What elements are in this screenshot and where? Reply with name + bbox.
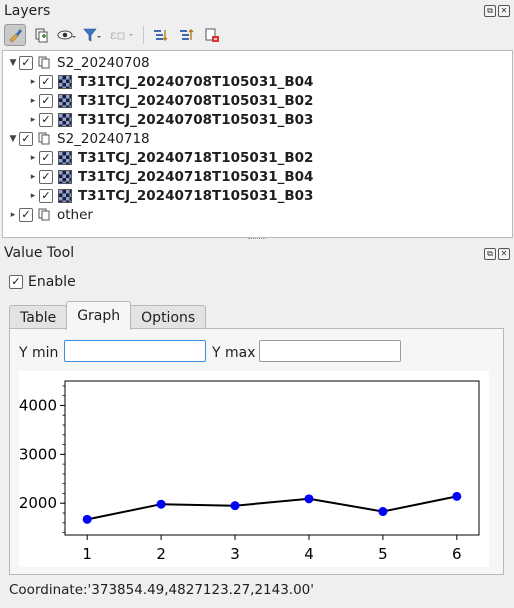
data-point	[82, 514, 92, 524]
layer-checkbox[interactable]: ✓	[39, 112, 53, 127]
layer-row[interactable]: ▸ ✓ T31TCJ_20240718T105031_B02	[27, 148, 314, 167]
ymax-label: Y max	[212, 345, 256, 361]
float-icon[interactable]: ⧉	[484, 248, 496, 260]
x-tick-label: 4	[304, 545, 314, 563]
float-icon[interactable]: ⧉	[484, 5, 496, 17]
layer-tree: ▼ ✓ S2_20240708 ▸ ✓ T31TCJ_20240708T1050…	[2, 50, 513, 238]
layer-checkbox[interactable]: ✓	[39, 169, 53, 184]
enable-label: Enable	[28, 274, 76, 290]
coordinate-readout: Coordinate:'373854.49,4827123.27,2143.00…	[9, 582, 314, 598]
toolbar-separator	[143, 26, 144, 44]
expand-arrow-icon[interactable]: ▸	[27, 77, 39, 87]
layer-label: T31TCJ_20240708T105031_B04	[78, 73, 314, 90]
expand-arrow-icon[interactable]: ▼	[7, 58, 19, 68]
expand-arrow-icon[interactable]: ▸	[27, 96, 39, 106]
x-tick-label: 2	[156, 545, 166, 563]
ymin-input[interactable]	[64, 340, 206, 362]
raster-layer-icon	[58, 188, 72, 203]
layer-group-icon	[38, 208, 50, 221]
x-tick-label: 5	[378, 545, 388, 563]
layers-dock-buttons: ⧉ ✕	[484, 5, 510, 17]
data-point	[304, 494, 314, 504]
layer-checkbox[interactable]: ✓	[39, 93, 53, 108]
enable-checkbox-row[interactable]: ✓ Enable	[9, 274, 76, 290]
layer-label: T31TCJ_20240708T105031_B03	[78, 111, 314, 128]
close-icon[interactable]: ✕	[498, 248, 510, 260]
expand-arrow-icon[interactable]: ▸	[27, 153, 39, 163]
x-tick-label: 1	[82, 545, 92, 563]
visibility-eye-icon[interactable]	[56, 24, 78, 46]
layer-group-row[interactable]: ▼ ✓ S2_20240708	[7, 53, 150, 72]
layer-row[interactable]: ▸ ✓ T31TCJ_20240708T105031_B02	[27, 91, 314, 110]
layer-group-row[interactable]: ▼ ✓ S2_20240718	[7, 129, 150, 148]
raster-layer-icon	[58, 74, 72, 89]
dock-splitter-handle[interactable]	[248, 238, 266, 241]
layer-group-label: S2_20240708	[57, 54, 150, 71]
layer-checkbox[interactable]: ✓	[19, 207, 33, 222]
layer-group-label: S2_20240718	[57, 130, 150, 147]
value-tool-tabs: Table Graph Options	[9, 301, 207, 330]
raster-layer-icon	[58, 93, 72, 108]
expression-filter-icon[interactable]: ε	[108, 24, 138, 46]
add-group-icon[interactable]	[30, 24, 52, 46]
close-icon[interactable]: ✕	[498, 5, 510, 17]
layer-row[interactable]: ▸ ✓ T31TCJ_20240708T105031_B03	[27, 110, 314, 129]
layer-group-icon	[38, 132, 50, 145]
expand-arrow-icon[interactable]: ▸	[27, 191, 39, 201]
expand-arrow-icon[interactable]: ▸	[7, 210, 19, 220]
tab-graph[interactable]: Graph	[66, 301, 132, 330]
data-point	[230, 501, 240, 511]
remove-layer-icon[interactable]	[201, 24, 223, 46]
y-tick-label: 3000	[19, 445, 57, 463]
collapse-all-icon[interactable]	[175, 24, 197, 46]
layers-toolbar: ε	[0, 22, 514, 48]
data-point	[156, 499, 166, 509]
layer-checkbox[interactable]: ✓	[19, 55, 33, 70]
raster-layer-icon	[58, 150, 72, 165]
enable-checkbox[interactable]: ✓	[9, 275, 23, 289]
layer-group-row[interactable]: ▸ ✓ other	[7, 205, 93, 224]
layer-row[interactable]: ▸ ✓ T31TCJ_20240718T105031_B03	[27, 186, 314, 205]
raster-layer-icon	[58, 169, 72, 184]
y-tick-label: 4000	[19, 396, 57, 414]
svg-text:ε: ε	[110, 28, 116, 42]
filter-icon[interactable]	[82, 24, 104, 46]
layer-checkbox[interactable]: ✓	[19, 131, 33, 146]
layer-checkbox[interactable]: ✓	[39, 188, 53, 203]
value-graph: 2000 3000 4000 1 2 3 4 5 6	[19, 380, 480, 563]
layer-label: T31TCJ_20240718T105031_B03	[78, 187, 314, 204]
style-brush-icon[interactable]	[4, 24, 26, 46]
layer-label: T31TCJ_20240718T105031_B04	[78, 168, 314, 185]
data-point	[378, 507, 388, 517]
expand-arrow-icon[interactable]: ▼	[7, 134, 19, 144]
tab-table[interactable]: Table	[9, 305, 68, 330]
x-tick-label: 3	[230, 545, 240, 563]
layer-label: T31TCJ_20240718T105031_B02	[78, 149, 314, 166]
ymax-input[interactable]	[259, 340, 401, 362]
layer-group-icon	[38, 56, 50, 69]
layer-checkbox[interactable]: ✓	[39, 74, 53, 89]
ymin-label: Y min	[19, 345, 59, 361]
raster-layer-icon	[58, 112, 72, 127]
layers-panel-title: Layers	[4, 3, 51, 19]
x-tick-label: 6	[452, 545, 462, 563]
expand-arrow-icon[interactable]: ▸	[27, 172, 39, 182]
expand-all-icon[interactable]	[149, 24, 171, 46]
layer-checkbox[interactable]: ✓	[39, 150, 53, 165]
layer-label: T31TCJ_20240708T105031_B02	[78, 92, 314, 109]
data-point	[452, 491, 462, 501]
layer-group-label: other	[57, 206, 93, 223]
expand-arrow-icon[interactable]: ▸	[27, 115, 39, 125]
tab-options[interactable]: Options	[130, 305, 207, 330]
value-tool-title: Value Tool	[4, 245, 75, 261]
layer-row[interactable]: ▸ ✓ T31TCJ_20240718T105031_B04	[27, 167, 314, 186]
value-tool-dock-buttons: ⧉ ✕	[484, 248, 510, 260]
layer-row[interactable]: ▸ ✓ T31TCJ_20240708T105031_B04	[27, 72, 314, 91]
y-tick-label: 2000	[19, 494, 57, 512]
